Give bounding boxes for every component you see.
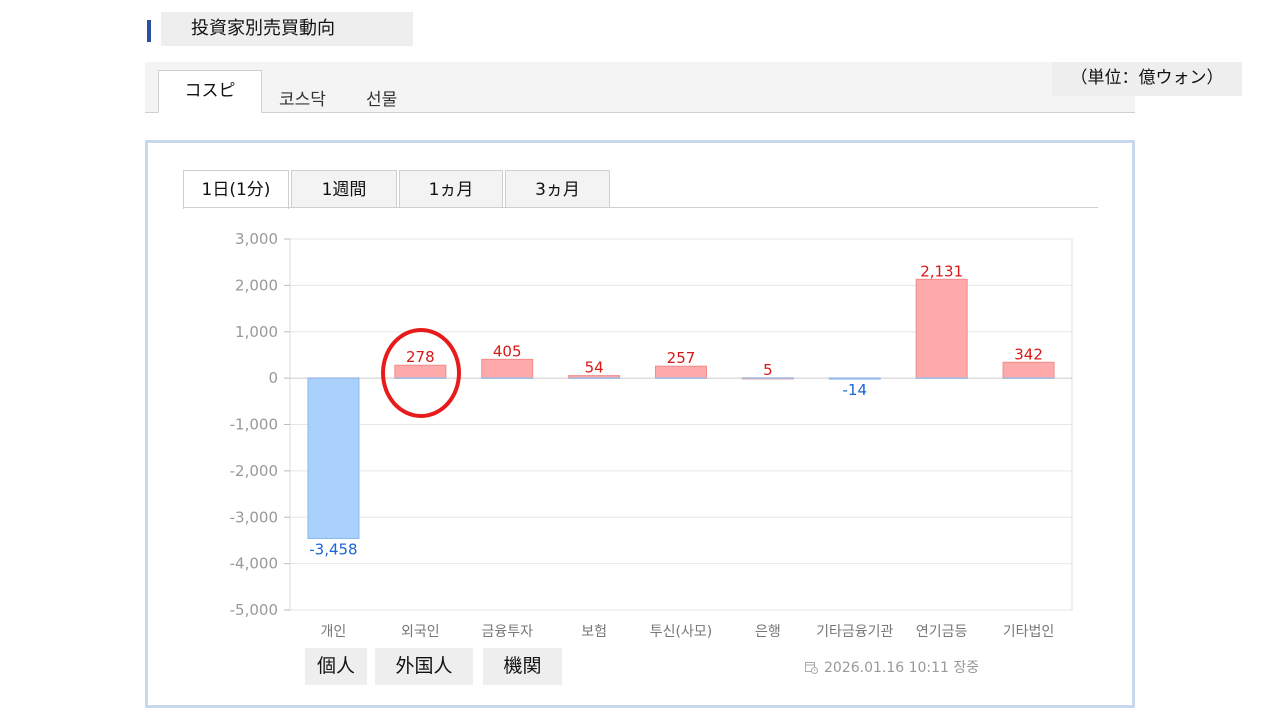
x-tick-label: 금융투자: [481, 624, 533, 640]
timestamp-text: 2026.01.16 10:11 장중: [824, 660, 980, 676]
data-label: 342: [1014, 345, 1043, 363]
data-label: 2,131: [920, 262, 963, 280]
y-tick-label: -4,000: [230, 555, 278, 573]
y-tick-label: 1,000: [235, 323, 278, 341]
data-label: 5: [763, 361, 773, 379]
x-tick-label: 외국인: [401, 624, 440, 640]
x-tick-label: 기타금융기관: [816, 624, 893, 640]
y-tick-label: -3,000: [230, 508, 278, 526]
bar: [481, 358, 534, 379]
data-label: 54: [585, 359, 604, 377]
x-tick-label: 개인: [321, 624, 347, 640]
y-tick-label: 2,000: [235, 276, 278, 294]
y-tick-label: -1,000: [230, 416, 278, 434]
y-tick-label: 0: [268, 369, 278, 387]
calendar-clock-icon: [805, 662, 818, 674]
timestamp: 2026.01.16 10:11 장중: [805, 658, 979, 678]
bar: [1002, 361, 1055, 379]
bar: [655, 365, 707, 379]
data-label: 257: [667, 349, 696, 367]
investor-tab-institution[interactable]: 機関: [483, 648, 562, 685]
x-tick-label: 은행: [755, 624, 781, 640]
data-label: 405: [493, 342, 522, 360]
highlight-circle: [381, 328, 461, 418]
investor-tab-individual[interactable]: 個人: [305, 648, 367, 685]
y-tick-label: 3,000: [235, 230, 278, 248]
data-label: -14: [843, 381, 868, 399]
data-label: -3,458: [309, 540, 357, 558]
investor-bar-chart: 3,000 2,000 1,000 0 -1,000 -2,000 -3,000 -4,000…: [230, 230, 1073, 640]
bar: [915, 278, 968, 379]
y-tick-label: -5,000: [230, 601, 278, 619]
x-tick-label: 투신(사모): [650, 624, 712, 640]
y-tick-label: -2,000: [230, 462, 278, 480]
bar: [307, 377, 360, 539]
x-tick-label: 기타법인: [1003, 624, 1055, 640]
x-tick-label: 연기금등: [916, 624, 968, 640]
investor-tab-foreign[interactable]: 外国人: [375, 648, 473, 685]
x-tick-label: 보험: [581, 624, 607, 640]
